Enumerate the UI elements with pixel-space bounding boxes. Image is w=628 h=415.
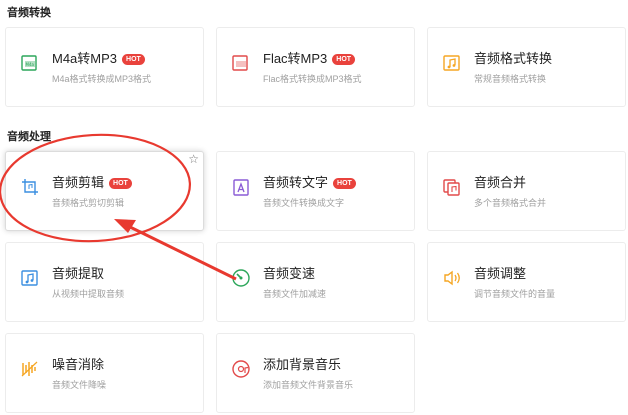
card-description: 多个音频格式合并: [474, 198, 547, 208]
card-title: 添加背景音乐: [263, 357, 342, 372]
card-description: 音频文件加减速: [263, 289, 327, 299]
disc-icon: [231, 359, 251, 379]
music-note-icon: [442, 53, 462, 73]
card-description: 常规音频格式转换: [474, 74, 547, 84]
file-convert-icon: [231, 53, 251, 73]
crop-icon: [20, 177, 40, 197]
favorite-star-icon[interactable]: ☆: [188, 153, 199, 165]
card-audio-volume[interactable]: 音频调整 调节音频文件的音量: [427, 242, 626, 322]
card-description: Flac格式转换成MP3格式: [263, 74, 362, 84]
hot-badge: HOT: [332, 54, 356, 65]
speaker-icon: [442, 268, 462, 288]
card-audio-format-convert[interactable]: 音频格式转换 常规音频格式转换: [427, 27, 626, 107]
card-audio-merge[interactable]: 音频合并 多个音频格式合并: [427, 151, 626, 231]
card-audio-speed[interactable]: 音频变速 音频文件加减速: [216, 242, 415, 322]
card-description: 音频文件转换成文字: [263, 198, 345, 208]
card-noise-removal[interactable]: 噪音消除 音频文件降噪: [5, 333, 204, 413]
speed-dial-icon: [231, 268, 251, 288]
card-description: 调节音频文件的音量: [474, 289, 556, 299]
hot-badge: HOT: [333, 178, 356, 189]
card-title: 音频格式转换: [474, 51, 553, 66]
hot-badge: HOT: [122, 54, 145, 65]
card-flac-to-mp3[interactable]: Flac转MP3 HOT Flac格式转换成MP3格式: [216, 27, 415, 107]
card-description: 音频格式剪切剪辑: [52, 198, 125, 208]
text-icon: [231, 177, 251, 197]
card-description: 从视频中提取音频: [52, 289, 125, 299]
card-title: 音频调整: [474, 266, 527, 281]
section-title-processing: 音频处理: [7, 131, 51, 143]
card-title: Flac转MP3 HOT: [263, 48, 356, 67]
card-description: 音频文件降噪: [52, 380, 107, 390]
card-title: M4a转MP3 HOT: [52, 48, 145, 67]
card-title: 音频剪辑 HOT: [52, 172, 132, 191]
card-audio-cut[interactable]: ☆ 音频剪辑 HOT 音频格式剪切剪辑: [5, 151, 204, 231]
card-description: 添加音频文件背景音乐: [263, 380, 354, 390]
card-audio-to-text[interactable]: 音频转文字 HOT 音频文件转换成文字: [216, 151, 415, 231]
card-title: 音频提取: [52, 266, 105, 281]
card-m4a-to-mp3[interactable]: M4a M4a转MP3 HOT M4a格式转换成MP3格式: [5, 27, 204, 107]
card-add-bgm[interactable]: 添加背景音乐 添加音频文件背景音乐: [216, 333, 415, 413]
card-title: 音频转文字 HOT: [263, 172, 356, 191]
card-description: M4a格式转换成MP3格式: [52, 74, 152, 84]
card-title: 噪音消除: [52, 357, 105, 372]
file-convert-icon: M4a: [20, 53, 40, 73]
card-audio-extract[interactable]: 音频提取 从视频中提取音频: [5, 242, 204, 322]
card-title: 音频合并: [474, 175, 527, 190]
card-title: 音频变速: [263, 266, 316, 281]
section-title-conversion: 音频转换: [7, 7, 51, 19]
music-note-icon: [20, 268, 40, 288]
noise-icon: [20, 359, 40, 379]
svg-text:M4a: M4a: [26, 62, 35, 67]
hot-badge: HOT: [109, 178, 132, 189]
merge-icon: [442, 177, 462, 197]
